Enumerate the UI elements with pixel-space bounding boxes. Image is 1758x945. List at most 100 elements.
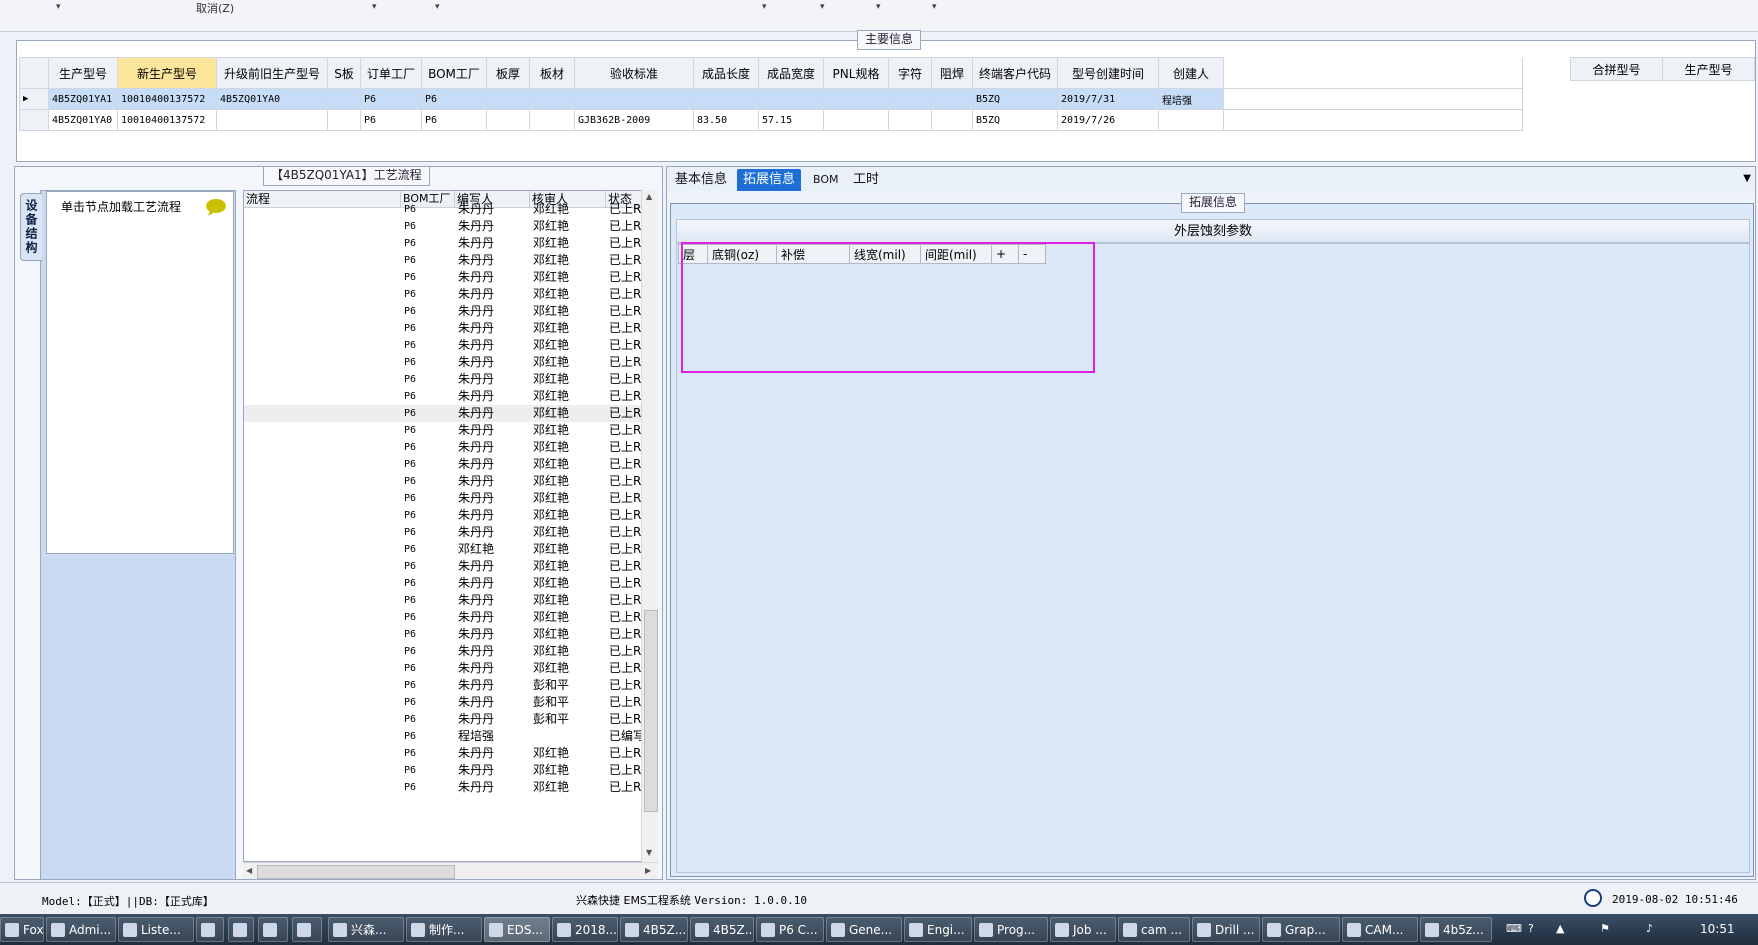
tree-row[interactable]: −电子测试P6朱丹丹彭和平已上R <box>244 677 642 694</box>
column-material[interactable]: 板材 <box>529 57 575 89</box>
tree-horizontal-scrollbar[interactable]: ◀ ▶ <box>243 862 658 879</box>
cell-solder-mask[interactable] <box>931 88 973 110</box>
taskbar-button[interactable]: EDS... <box>484 917 550 942</box>
cell-pnl-spec[interactable] <box>823 88 889 110</box>
cell-s-board[interactable] <box>327 88 361 110</box>
cell-acceptance-standard[interactable]: GJB362B-2009 <box>574 109 694 131</box>
tree-row[interactable]: 喷涂P6朱丹丹邓红艳已上R <box>244 524 642 541</box>
tree-row[interactable]: 碱性蚀刻2P6朱丹丹邓红艳已上R <box>244 405 642 422</box>
tree-row[interactable]: −终检P6朱丹丹邓红艳已上R <box>244 762 642 779</box>
taskbar-button[interactable]: Engi... <box>904 917 972 942</box>
column-new-model[interactable]: 新生产型号 <box>117 57 217 89</box>
cell-finished-length[interactable]: 83.50 <box>693 109 759 131</box>
tree-row[interactable]: 图形电镀2P6朱丹丹邓红艳已上R <box>244 354 642 371</box>
tree-row[interactable]: 硫脲洗2P6朱丹丹邓红艳已上R <box>244 422 642 439</box>
taskbar-button[interactable] <box>228 917 254 942</box>
tree-row[interactable]: 外层AOI1P6朱丹丹邓红艳已上R <box>244 473 642 490</box>
cell-creator[interactable] <box>1158 109 1224 131</box>
cell-finished-length[interactable] <box>693 88 759 110</box>
scroll-right-arrow-icon[interactable]: ▶ <box>645 866 651 875</box>
taskbar-button[interactable]: Liste... <box>118 917 194 942</box>
taskbar-button[interactable] <box>258 917 288 942</box>
tab-work-hours[interactable]: 工时 <box>847 169 885 191</box>
tree-row[interactable]: 铣板P6程培强已编写 <box>244 728 642 745</box>
cell-legend[interactable] <box>888 109 932 131</box>
tree-row[interactable]: 板边包胶P6朱丹丹邓红艳已上R <box>244 626 642 643</box>
column-legend[interactable]: 字符 <box>888 57 932 89</box>
column-acceptance-standard[interactable]: 验收标准 <box>574 57 694 89</box>
column-thickness[interactable]: 板厚 <box>486 57 530 89</box>
cell-finished-width[interactable]: 57.15 <box>758 109 824 131</box>
tree-row[interactable]: 沉金P6朱丹丹邓红艳已上R <box>244 643 642 660</box>
dropdown-arrow-icon[interactable]: ▾ <box>762 2 767 12</box>
taskbar-button[interactable]: Drill ... <box>1192 917 1260 942</box>
column-merge-model[interactable]: 合拼型号 <box>1570 57 1663 81</box>
cell-order-factory[interactable]: P6 <box>360 88 422 110</box>
tray-help-icon[interactable]: ? <box>1528 922 1534 935</box>
taskbar-button[interactable]: 2018... <box>552 917 618 942</box>
scroll-up-arrow-icon[interactable]: ▲ <box>646 192 652 201</box>
taskbar-button[interactable]: 4B5Z... <box>620 917 688 942</box>
tree-vertical-scrollbar[interactable]: ▲ ▼ <box>641 190 658 862</box>
tree-row[interactable]: −AOI1P6朱丹丹邓红艳已上R <box>244 456 642 473</box>
tree-row[interactable]: 显影1P6朱丹丹邓红艳已上R <box>244 320 642 337</box>
taskbar-button[interactable]: Admi... <box>46 917 116 942</box>
grid-corner[interactable] <box>19 57 49 89</box>
tree-row[interactable]: 电子测试P6朱丹丹彭和平已上R <box>244 694 642 711</box>
column-pnl-spec[interactable]: PNL规格 <box>823 57 889 89</box>
row-header[interactable] <box>19 109 49 131</box>
tree-row[interactable]: −外层干膜1P6朱丹丹邓红艳已上R <box>244 252 642 269</box>
tree-row[interactable]: 沉铜1P6朱丹丹邓红艳已上R <box>244 201 642 218</box>
equipment-structure-tab[interactable]: 设备结构 <box>20 193 42 261</box>
cell-thickness[interactable] <box>486 109 530 131</box>
tab-bom[interactable]: BOM <box>807 169 845 191</box>
taskbar-button[interactable]: Grap... <box>1262 917 1340 942</box>
cell-old-model[interactable]: 4B5ZQ01YA0 <box>216 88 328 110</box>
tree-row[interactable]: 显影P6朱丹丹邓红艳已上R <box>244 558 642 575</box>
column-customer-code[interactable]: 终端客户代码 <box>972 57 1058 89</box>
dropdown-arrow-icon[interactable]: ▾ <box>876 2 881 12</box>
tree-row[interactable]: −阻焊P6朱丹丹邓红艳已上R <box>244 490 642 507</box>
cell-thickness[interactable] <box>486 88 530 110</box>
tree-row[interactable]: 喷砂P6朱丹丹邓红艳已上R <box>244 609 642 626</box>
cell-customer-code[interactable]: B5ZQ <box>972 88 1058 110</box>
tree-row[interactable]: −沉金P6朱丹丹邓红艳已上R <box>244 592 642 609</box>
tab-dropdown-arrow-icon[interactable]: ▼ <box>1743 173 1751 184</box>
tree-row[interactable]: 功能检查P6朱丹丹邓红艳已上R <box>244 779 642 796</box>
tab-basic-info[interactable]: 基本信息 <box>669 169 733 191</box>
taskbar-button[interactable]: 4b5z... <box>1420 917 1492 942</box>
tree-row[interactable]: 曝光P6邓红艳邓红艳已上R <box>244 541 642 558</box>
column-creator[interactable]: 创建人 <box>1158 57 1224 89</box>
taskbar-button[interactable] <box>292 917 322 942</box>
table-row[interactable]: 4B5ZQ01YA0 10010400137572 P6 P6 GJB362B-2009… <box>19 109 1523 131</box>
tree-row[interactable]: 成品清洗P6朱丹丹邓红艳已上R <box>244 745 642 762</box>
cell-created-time[interactable]: 2019/7/26 <box>1057 109 1159 131</box>
tree-row[interactable]: 阻焊前处理P6朱丹丹邓红艳已上R <box>244 507 642 524</box>
column-old-model[interactable]: 升级前旧生产型号 <box>216 57 328 89</box>
cell-solder-mask[interactable] <box>931 109 973 131</box>
taskbar-button[interactable]: Gene... <box>826 917 902 942</box>
column-created-time[interactable]: 型号创建时间 <box>1057 57 1159 89</box>
cell-material[interactable] <box>529 109 575 131</box>
cell-pnl-spec[interactable] <box>823 109 889 131</box>
column-s-board[interactable]: S板 <box>327 57 361 89</box>
cell-acceptance-standard[interactable] <box>574 88 694 110</box>
dropdown-arrow-icon[interactable]: ▾ <box>932 2 937 12</box>
cell-bom-factory[interactable]: P6 <box>421 88 487 110</box>
column-finished-length[interactable]: 成品长度 <box>693 57 759 89</box>
column-solder-mask[interactable]: 阻焊 <box>931 57 973 89</box>
taskbar-button[interactable]: Prog... <box>974 917 1048 942</box>
tree-row[interactable]: 终固化P6朱丹丹邓红艳已上R <box>244 575 642 592</box>
dropdown-arrow-icon[interactable]: ▾ <box>56 2 61 12</box>
cell-model[interactable]: 4B5ZQ01YA1 <box>48 88 118 110</box>
dropdown-arrow-icon[interactable]: ▾ <box>820 2 825 12</box>
dropdown-arrow-icon[interactable]: ▾ <box>372 2 377 12</box>
table-row[interactable]: ▶ 4B5ZQ01YA1 10010400137572 4B5ZQ01YA0 P6 P6 B… <box>19 88 1523 110</box>
tree-row[interactable]: 退锡2P6朱丹丹邓红艳已上R <box>244 439 642 456</box>
tray-keyboard-icon[interactable]: ⌨ <box>1506 922 1522 935</box>
tree-row[interactable]: −外形P6朱丹丹彭和平已上R <box>244 711 642 728</box>
cell-creator[interactable]: 程培强 <box>1158 88 1224 110</box>
taskbar-button[interactable] <box>196 917 224 942</box>
taskbar-button[interactable]: P6 C... <box>756 917 824 942</box>
taskbar-button[interactable]: cam ... <box>1118 917 1190 942</box>
